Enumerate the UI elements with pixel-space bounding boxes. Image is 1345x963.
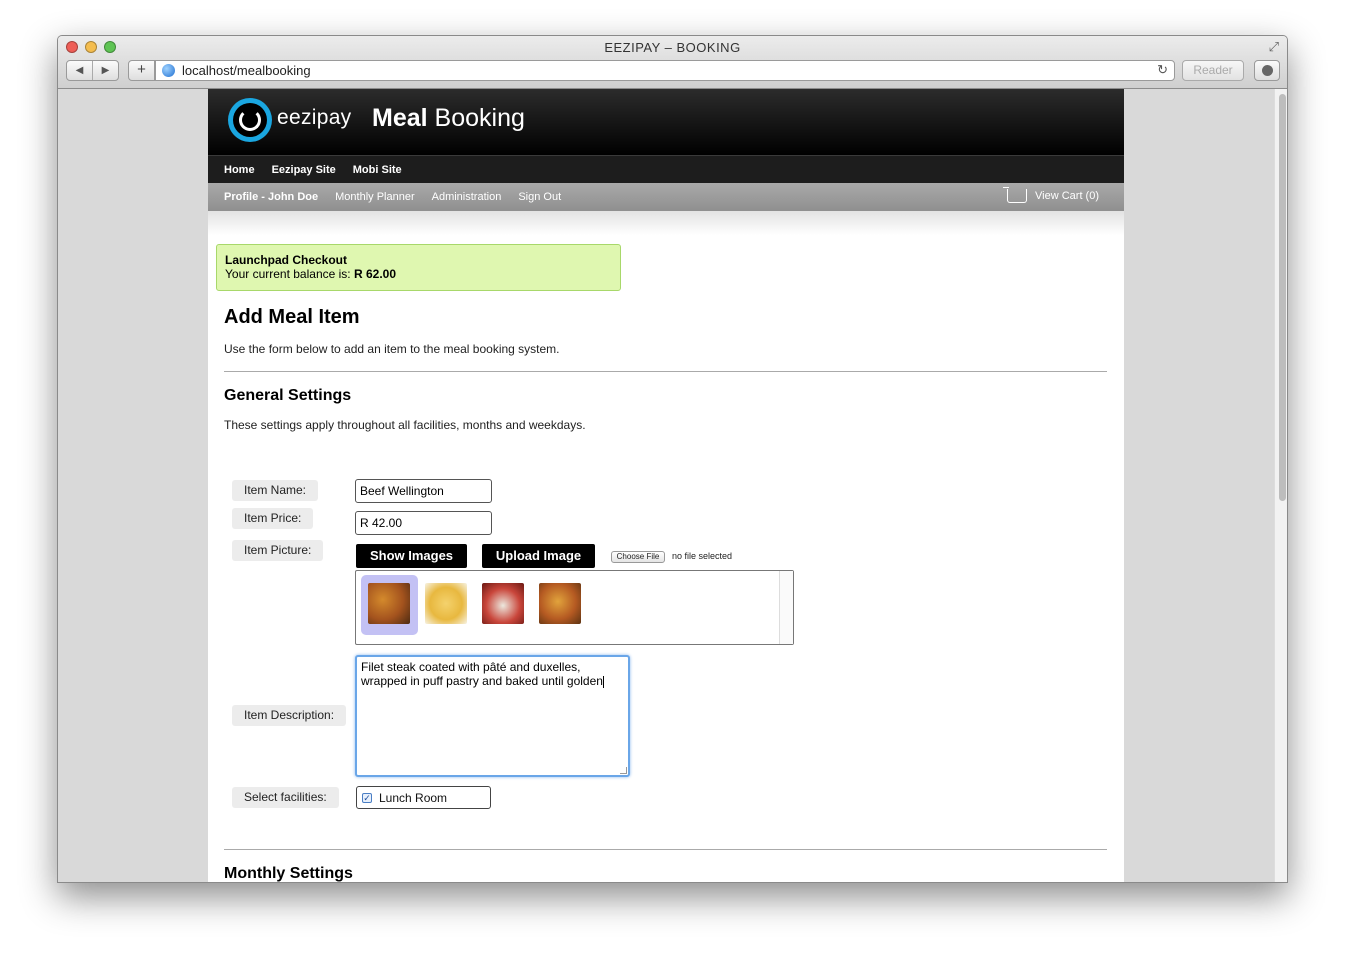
page-scrollbar[interactable] — [1274, 89, 1287, 882]
site-title-rest: Booking — [434, 104, 525, 132]
site-title-bold: Meal — [372, 104, 428, 132]
upload-image-button[interactable]: Upload Image — [482, 544, 595, 568]
reader-button[interactable]: Reader — [1182, 60, 1244, 81]
show-images-button[interactable]: Show Images — [356, 544, 467, 568]
cart-icon — [1003, 187, 1028, 203]
nav-profile[interactable]: Profile - John Doe — [224, 191, 318, 203]
nav-sign-out[interactable]: Sign Out — [518, 191, 561, 203]
browser-window: EEZIPAY – BOOKING ⤢ ◀ ▶ + localhost/meal… — [57, 35, 1288, 883]
page-content: eezipay Meal Booking Home Eezipay Site M… — [208, 89, 1124, 882]
power-logo-icon[interactable] — [228, 98, 272, 142]
page-viewport: eezipay Meal Booking Home Eezipay Site M… — [58, 89, 1287, 882]
gallery-scrollbar[interactable] — [779, 571, 793, 644]
sub-navigation: Profile - John Doe Monthly Planner Admin… — [208, 183, 1124, 211]
nav-home[interactable]: Home — [224, 164, 255, 176]
site-header: eezipay Meal Booking — [208, 89, 1124, 155]
monthly-settings-heading: Monthly Settings — [224, 865, 353, 882]
file-status: no file selected — [672, 551, 733, 561]
url-text[interactable]: localhost/mealbooking — [182, 63, 311, 78]
meal-image-thumbnail[interactable] — [539, 583, 581, 624]
downloads-button[interactable] — [1254, 60, 1280, 81]
nav-administration[interactable]: Administration — [432, 191, 502, 203]
balance-value: R 62.00 — [353, 267, 396, 281]
balance-text: Your current balance is: R 62.00 — [225, 267, 612, 281]
item-description-textarea[interactable]: Filet steak coated with pâté and duxelle… — [355, 655, 630, 777]
header-fade — [208, 211, 1124, 235]
item-price-label: Item Price: — [232, 508, 314, 529]
forward-icon[interactable]: ▶ — [92, 61, 118, 80]
download-icon — [1262, 65, 1273, 76]
item-picture-label: Item Picture: — [232, 540, 324, 561]
top-navigation: Home Eezipay Site Mobi Site — [208, 155, 1124, 183]
facility-label: Lunch Room — [379, 791, 448, 805]
balance-prefix: Your current balance is: — [225, 267, 354, 281]
meal-image-thumbnail[interactable] — [482, 583, 524, 624]
nav-mobi-site[interactable]: Mobi Site — [353, 164, 402, 176]
page-intro: Use the form below to add an item to the… — [224, 342, 560, 356]
meal-image-thumbnail[interactable] — [368, 583, 410, 624]
globe-icon — [162, 64, 175, 77]
history-buttons: ◀ ▶ — [66, 60, 119, 81]
site-title: Meal Booking — [372, 104, 525, 133]
item-name-input[interactable]: Beef Wellington — [355, 479, 492, 503]
divider — [224, 849, 1107, 850]
description-line: Filet steak coated with pâté and duxelle… — [361, 660, 581, 674]
balance-notice: Launchpad Checkout Your current balance … — [216, 244, 621, 291]
brand-name: eezipay — [277, 106, 352, 129]
browser-toolbar: EEZIPAY – BOOKING ⤢ ◀ ▶ + localhost/meal… — [58, 36, 1287, 89]
general-settings-heading: General Settings — [224, 387, 352, 404]
general-settings-desc: These settings apply throughout all faci… — [224, 418, 586, 432]
page-title: Add Meal Item — [224, 306, 360, 328]
facility-option[interactable]: ✓ Lunch Room — [356, 786, 491, 809]
window-title: EEZIPAY – BOOKING — [604, 40, 741, 55]
choose-file-button[interactable]: Choose File — [611, 551, 665, 563]
scrollbar-thumb[interactable] — [1279, 94, 1286, 501]
reload-icon[interactable]: ↻ — [1157, 62, 1168, 78]
item-name-label: Item Name: — [232, 480, 319, 501]
description-line: wrapped in puff pastry and baked until g… — [361, 674, 603, 688]
image-gallery — [355, 570, 794, 645]
facility-checkbox[interactable]: ✓ — [362, 793, 372, 803]
item-description-label: Item Description: — [232, 705, 347, 726]
cart-label: View Cart (0) — [1035, 190, 1099, 202]
meal-image-thumbnail[interactable] — [425, 583, 467, 624]
text-caret — [602, 675, 604, 688]
address-bar[interactable]: localhost/mealbooking ↻ — [155, 60, 1175, 81]
item-price-input[interactable]: R 42.00 — [355, 511, 492, 535]
notice-title: Launchpad Checkout — [225, 253, 348, 267]
fullscreen-icon[interactable]: ⤢ — [1269, 39, 1279, 55]
back-icon[interactable]: ◀ — [67, 61, 92, 80]
select-facilities-label: Select facilities: — [232, 787, 339, 808]
nav-monthly-planner[interactable]: Monthly Planner — [335, 191, 415, 203]
nav-eezipay-site[interactable]: Eezipay Site — [272, 164, 336, 176]
resize-handle-icon[interactable] — [620, 767, 627, 774]
view-cart-link[interactable]: View Cart (0) — [1003, 187, 1099, 203]
add-bookmark-button[interactable]: + — [128, 60, 155, 81]
divider — [224, 371, 1107, 372]
